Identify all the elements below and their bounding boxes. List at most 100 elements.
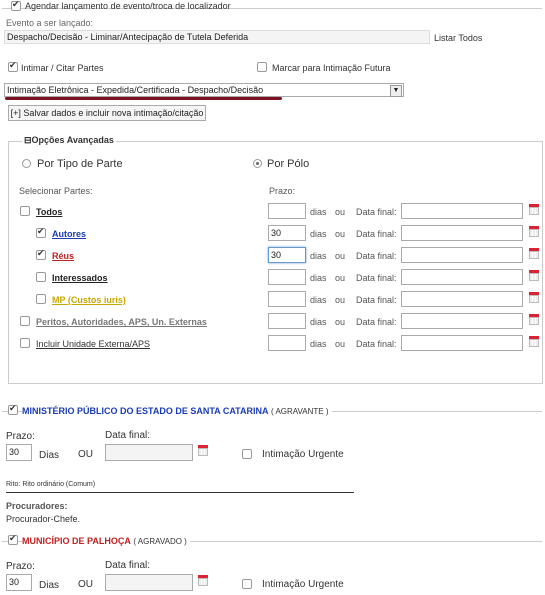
party1-role: ( AGRAVANTE ) xyxy=(271,407,329,416)
peritos-link[interactable]: Peritos, Autoridades, APS, Un. Externas xyxy=(36,317,207,327)
row-prazo-input[interactable] xyxy=(268,291,306,307)
party2-checkbox[interactable] xyxy=(8,533,18,545)
party2-urgente-label: Intimação Urgente xyxy=(262,579,344,590)
row-data-final-input[interactable] xyxy=(401,313,523,329)
rito-divider xyxy=(6,492,354,493)
party2-title: MUNICÍPIO DE PALHOÇA ( AGRAVADO ) xyxy=(22,536,190,546)
party2-calendar-icon[interactable] xyxy=(198,575,208,586)
row-data-final-input[interactable] xyxy=(401,225,523,241)
row-ou-label: ou xyxy=(335,229,346,239)
party1-ou: OU xyxy=(78,449,93,460)
party2-ou: OU xyxy=(78,579,93,590)
row-prazo-input[interactable] xyxy=(268,335,306,351)
row-prazo-input[interactable]: 30 xyxy=(268,247,306,263)
row-data-final-input[interactable] xyxy=(401,203,523,219)
party2-prazo-label: Prazo: xyxy=(6,561,35,572)
procuradores-label: Procuradores: xyxy=(6,501,68,511)
calendar-icon[interactable] xyxy=(529,292,539,303)
todos-link[interactable]: Todos xyxy=(36,207,62,217)
row-data-final-label: Data final: xyxy=(356,207,397,217)
row-dias-label: dias xyxy=(310,273,327,283)
row-data-final-input[interactable] xyxy=(401,291,523,307)
advanced-legend: ⊟Opções Avançadas xyxy=(22,135,116,146)
calendar-icon[interactable] xyxy=(529,226,539,237)
row-ou-label: ou xyxy=(335,273,346,283)
row-ou-label: ou xyxy=(335,339,346,349)
collapse-icon[interactable]: ⊟ xyxy=(24,135,32,145)
row-dias-label: dias xyxy=(310,207,327,217)
party2-data-final-input[interactable] xyxy=(105,574,193,591)
advanced-legend-text: Opções Avançadas xyxy=(31,135,114,145)
save-button[interactable]: [+] Salvar dados e incluir nova intimaçã… xyxy=(8,105,206,121)
todos-checkbox[interactable] xyxy=(20,206,30,216)
interessados-checkbox[interactable] xyxy=(36,272,46,282)
party1-calendar-icon[interactable] xyxy=(198,445,208,456)
evento-field[interactable]: Despacho/Decisão - Liminar/Antecipação d… xyxy=(4,30,430,44)
party1-title: MINISTÉRIO PÚBLICO DO ESTADO DE SANTA CA… xyxy=(22,406,332,416)
party2-prazo-input[interactable]: 30 xyxy=(6,574,32,591)
por-tipo-radio[interactable] xyxy=(22,159,31,168)
unidade-externa-label: Incluir Unidade Externa/APS xyxy=(36,339,151,349)
calendar-icon[interactable] xyxy=(529,314,539,325)
row-prazo-input[interactable] xyxy=(268,203,306,219)
row-data-final-label: Data final: xyxy=(356,229,397,239)
row-ou-label: ou xyxy=(335,295,346,305)
row-data-final-input[interactable] xyxy=(401,247,523,263)
party1-checkbox[interactable] xyxy=(8,403,18,415)
reus-link[interactable]: Réus xyxy=(52,251,74,261)
row-ou-label: ou xyxy=(335,317,346,327)
evento-value: Despacho/Decisão - Liminar/Antecipação d… xyxy=(7,32,249,42)
row-dias-label: dias xyxy=(310,251,327,261)
row-prazo-input[interactable] xyxy=(268,313,306,329)
party1-urgente-label: Intimação Urgente xyxy=(262,449,344,460)
row-data-final-input[interactable] xyxy=(401,269,523,285)
calendar-icon[interactable] xyxy=(529,270,539,281)
select-underline xyxy=(5,97,282,100)
procurador-name: Procurador-Chefe. xyxy=(6,514,81,524)
listar-todos-link[interactable]: Listar Todos xyxy=(434,33,482,43)
intimacao-value: Intimação Eletrônica - Expedida/Certific… xyxy=(7,85,264,95)
party1-urgente-checkbox[interactable] xyxy=(242,449,252,459)
row-data-final-input[interactable] xyxy=(401,335,523,351)
unidade-externa-checkbox[interactable] xyxy=(20,338,30,348)
evento-label: Evento a ser lançado: xyxy=(6,18,94,28)
row-dias-label: dias xyxy=(310,229,327,239)
row-prazo-input[interactable] xyxy=(268,269,306,285)
row-data-final-label: Data final: xyxy=(356,339,397,349)
peritos-checkbox[interactable] xyxy=(20,316,30,326)
mp-checkbox[interactable] xyxy=(36,294,46,304)
interessados-link[interactable]: Interessados xyxy=(52,273,108,283)
reus-checkbox[interactable] xyxy=(36,248,46,260)
schedule-label: Agendar lançamento de evento/troca de lo… xyxy=(25,1,231,11)
party1-rito: Rito: Rito ordinário (Comum) xyxy=(6,481,96,488)
party1-prazo-input[interactable]: 30 xyxy=(6,444,32,461)
autores-checkbox[interactable] xyxy=(36,226,46,238)
row-data-final-label: Data final: xyxy=(356,273,397,283)
row-prazo-input[interactable]: 30 xyxy=(268,225,306,241)
calendar-icon[interactable] xyxy=(529,248,539,259)
party1-data-final-input[interactable] xyxy=(105,444,193,461)
prazo-header: Prazo: xyxy=(269,186,296,196)
marcar-futura-checkbox[interactable] xyxy=(257,62,267,72)
party1-dias: Dias xyxy=(39,450,60,461)
party2-urgente-checkbox[interactable] xyxy=(242,579,252,589)
party2-name: MUNICÍPIO DE PALHOÇA xyxy=(22,536,131,546)
mp-link[interactable]: MP (Custos iuris) xyxy=(52,295,126,305)
party2-role: ( AGRAVADO ) xyxy=(133,537,187,546)
save-button-label: [+] Salvar dados e incluir nova intimaçã… xyxy=(10,108,204,118)
party1-name: MINISTÉRIO PÚBLICO DO ESTADO DE SANTA CA… xyxy=(22,406,269,416)
row-ou-label: ou xyxy=(335,251,346,261)
row-dias-label: dias xyxy=(310,317,327,327)
por-polo-label: Por Pólo xyxy=(267,158,310,170)
por-polo-radio[interactable] xyxy=(253,159,262,168)
calendar-icon[interactable] xyxy=(529,204,539,215)
schedule-checkbox[interactable] xyxy=(11,0,21,11)
row-data-final-label: Data final: xyxy=(356,251,397,261)
intimar-checkbox[interactable] xyxy=(8,60,18,72)
autores-link[interactable]: Autores xyxy=(52,229,86,239)
calendar-icon[interactable] xyxy=(529,336,539,347)
intimacao-select[interactable]: Intimação Eletrônica - Expedida/Certific… xyxy=(4,83,404,97)
chevron-down-icon: ▼ xyxy=(390,85,402,97)
party2-data-final-label: Data final: xyxy=(105,560,151,571)
row-ou-label: ou xyxy=(335,207,346,217)
